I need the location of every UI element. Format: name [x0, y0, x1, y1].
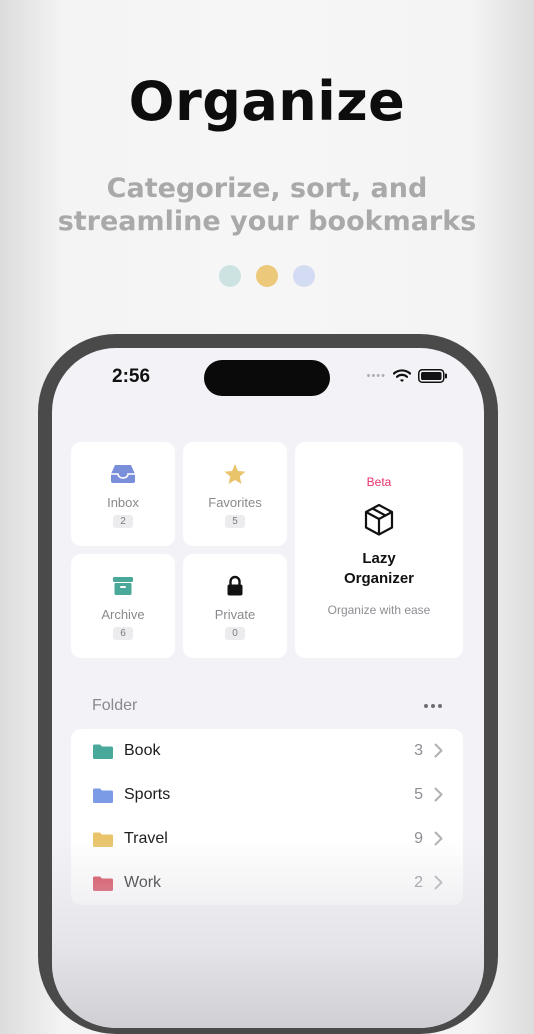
lazy-organizer-title-line-2: Organizer	[343, 570, 415, 587]
lazy-organizer-title: Lazy Organizer	[295, 549, 463, 589]
cellular-signal-icon: ••••	[366, 370, 386, 382]
favorites-label: Favorites	[208, 495, 262, 510]
page-dot-1[interactable]	[219, 265, 241, 287]
lazy-organizer-title-line-1: Lazy	[362, 550, 396, 567]
folder-row-travel[interactable]: Travel 9	[71, 817, 463, 861]
headline: Organize	[128, 70, 406, 133]
folder-name: Work	[124, 874, 162, 891]
lazy-organizer-subtitle: Organize with ease	[327, 603, 431, 617]
phone-screen: 2:56 •••• Inbox 2 Favorites 5 Archive 6 …	[52, 348, 484, 1028]
lock-icon	[226, 574, 244, 598]
folder-row-book[interactable]: Book 3	[71, 729, 463, 773]
folder-name: Sports	[124, 786, 171, 803]
chevron-right-icon	[434, 831, 443, 846]
folder-name: Travel	[124, 830, 168, 847]
archive-box-icon	[112, 574, 134, 598]
folder-count: 5	[414, 786, 423, 803]
folder-icon	[93, 832, 113, 847]
folder-section-heading: Folder	[92, 697, 138, 714]
folder-icon	[93, 876, 113, 891]
battery-icon	[418, 369, 447, 383]
private-tile[interactable]: Private 0	[183, 554, 287, 658]
page-dot-2[interactable]	[256, 265, 278, 287]
folder-list: Book 3 Sports 5 Travel 9 Work 2	[71, 729, 463, 905]
chevron-right-icon	[434, 743, 443, 758]
package-icon	[295, 503, 463, 537]
status-icons: ••••	[367, 369, 448, 383]
beta-badge: Beta	[366, 475, 392, 489]
subtitle: Categorize, sort, and streamline your bo…	[57, 173, 477, 237]
more-options-icon[interactable]	[424, 704, 442, 708]
favorites-count: 5	[225, 515, 245, 528]
folder-name: Book	[124, 742, 161, 759]
tray-icon	[110, 462, 136, 486]
status-time: 2:56	[112, 366, 151, 387]
page-indicator	[0, 265, 534, 287]
folder-icon	[93, 744, 113, 759]
wifi-icon	[393, 369, 411, 382]
archive-tile[interactable]: Archive 6	[71, 554, 175, 658]
folder-row-work[interactable]: Work 2	[71, 861, 463, 905]
dynamic-island	[204, 360, 330, 396]
page-dot-3[interactable]	[293, 265, 315, 287]
lazy-organizer-tile[interactable]: Beta Lazy Organizer Organize with ease	[295, 442, 463, 658]
folder-row-sports[interactable]: Sports 5	[71, 773, 463, 817]
chevron-right-icon	[434, 787, 443, 802]
star-icon	[223, 462, 247, 486]
chevron-right-icon	[434, 875, 443, 890]
folder-count: 2	[414, 874, 423, 891]
archive-count: 6	[113, 627, 133, 640]
folder-icon	[93, 788, 113, 803]
archive-label: Archive	[101, 607, 145, 622]
private-count: 0	[225, 627, 245, 640]
inbox-tile[interactable]: Inbox 2	[71, 442, 175, 546]
private-label: Private	[214, 607, 256, 622]
inbox-count: 2	[113, 515, 133, 528]
folder-count: 3	[414, 742, 423, 759]
inbox-label: Inbox	[107, 495, 139, 510]
folder-count: 9	[414, 830, 423, 847]
favorites-tile[interactable]: Favorites 5	[183, 442, 287, 546]
